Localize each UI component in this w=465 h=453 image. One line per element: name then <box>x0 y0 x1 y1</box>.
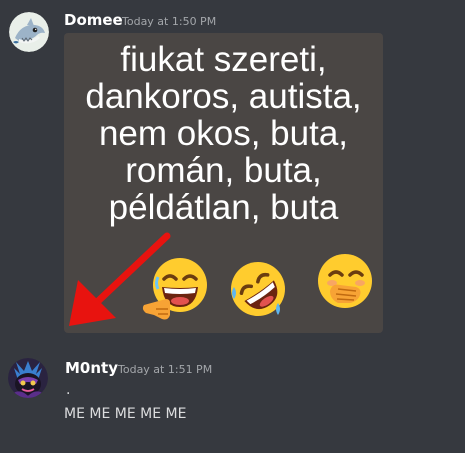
meme-text-line: példátlan, buta <box>108 188 339 227</box>
meme-text-line: fiukat szereti, <box>120 40 327 79</box>
message-domee: Domee Today at 1:50 PM fiukat szereti, d… <box>0 0 465 340</box>
author-name[interactable]: M0nty <box>65 359 118 377</box>
hand-over-mouth-emoji <box>318 254 372 308</box>
meme-text-line: nem okos, buta, <box>98 114 349 153</box>
author-name[interactable]: Domee <box>64 11 123 29</box>
message-m0nty: M0nty Today at 1:51 PM . ME ME ME ME ME <box>0 340 465 453</box>
message-timestamp: Today at 1:50 PM <box>122 15 217 28</box>
red-arrow-icon <box>69 232 171 326</box>
meme-text-line: román, buta, <box>125 151 322 190</box>
message-timestamp: Today at 1:51 PM <box>118 363 213 376</box>
shark-avatar-icon[interactable] <box>9 12 49 52</box>
rolling-on-floor-laughing-emoji <box>231 262 285 316</box>
message-text: . <box>66 382 71 398</box>
message-text: ME ME ME ME ME <box>64 406 187 422</box>
dark-character-avatar-icon[interactable] <box>8 358 48 398</box>
meme-text-line: dankoros, autista, <box>85 77 362 116</box>
image-attachment[interactable]: fiukat szereti, dankoros, autista, nem o… <box>64 33 383 333</box>
